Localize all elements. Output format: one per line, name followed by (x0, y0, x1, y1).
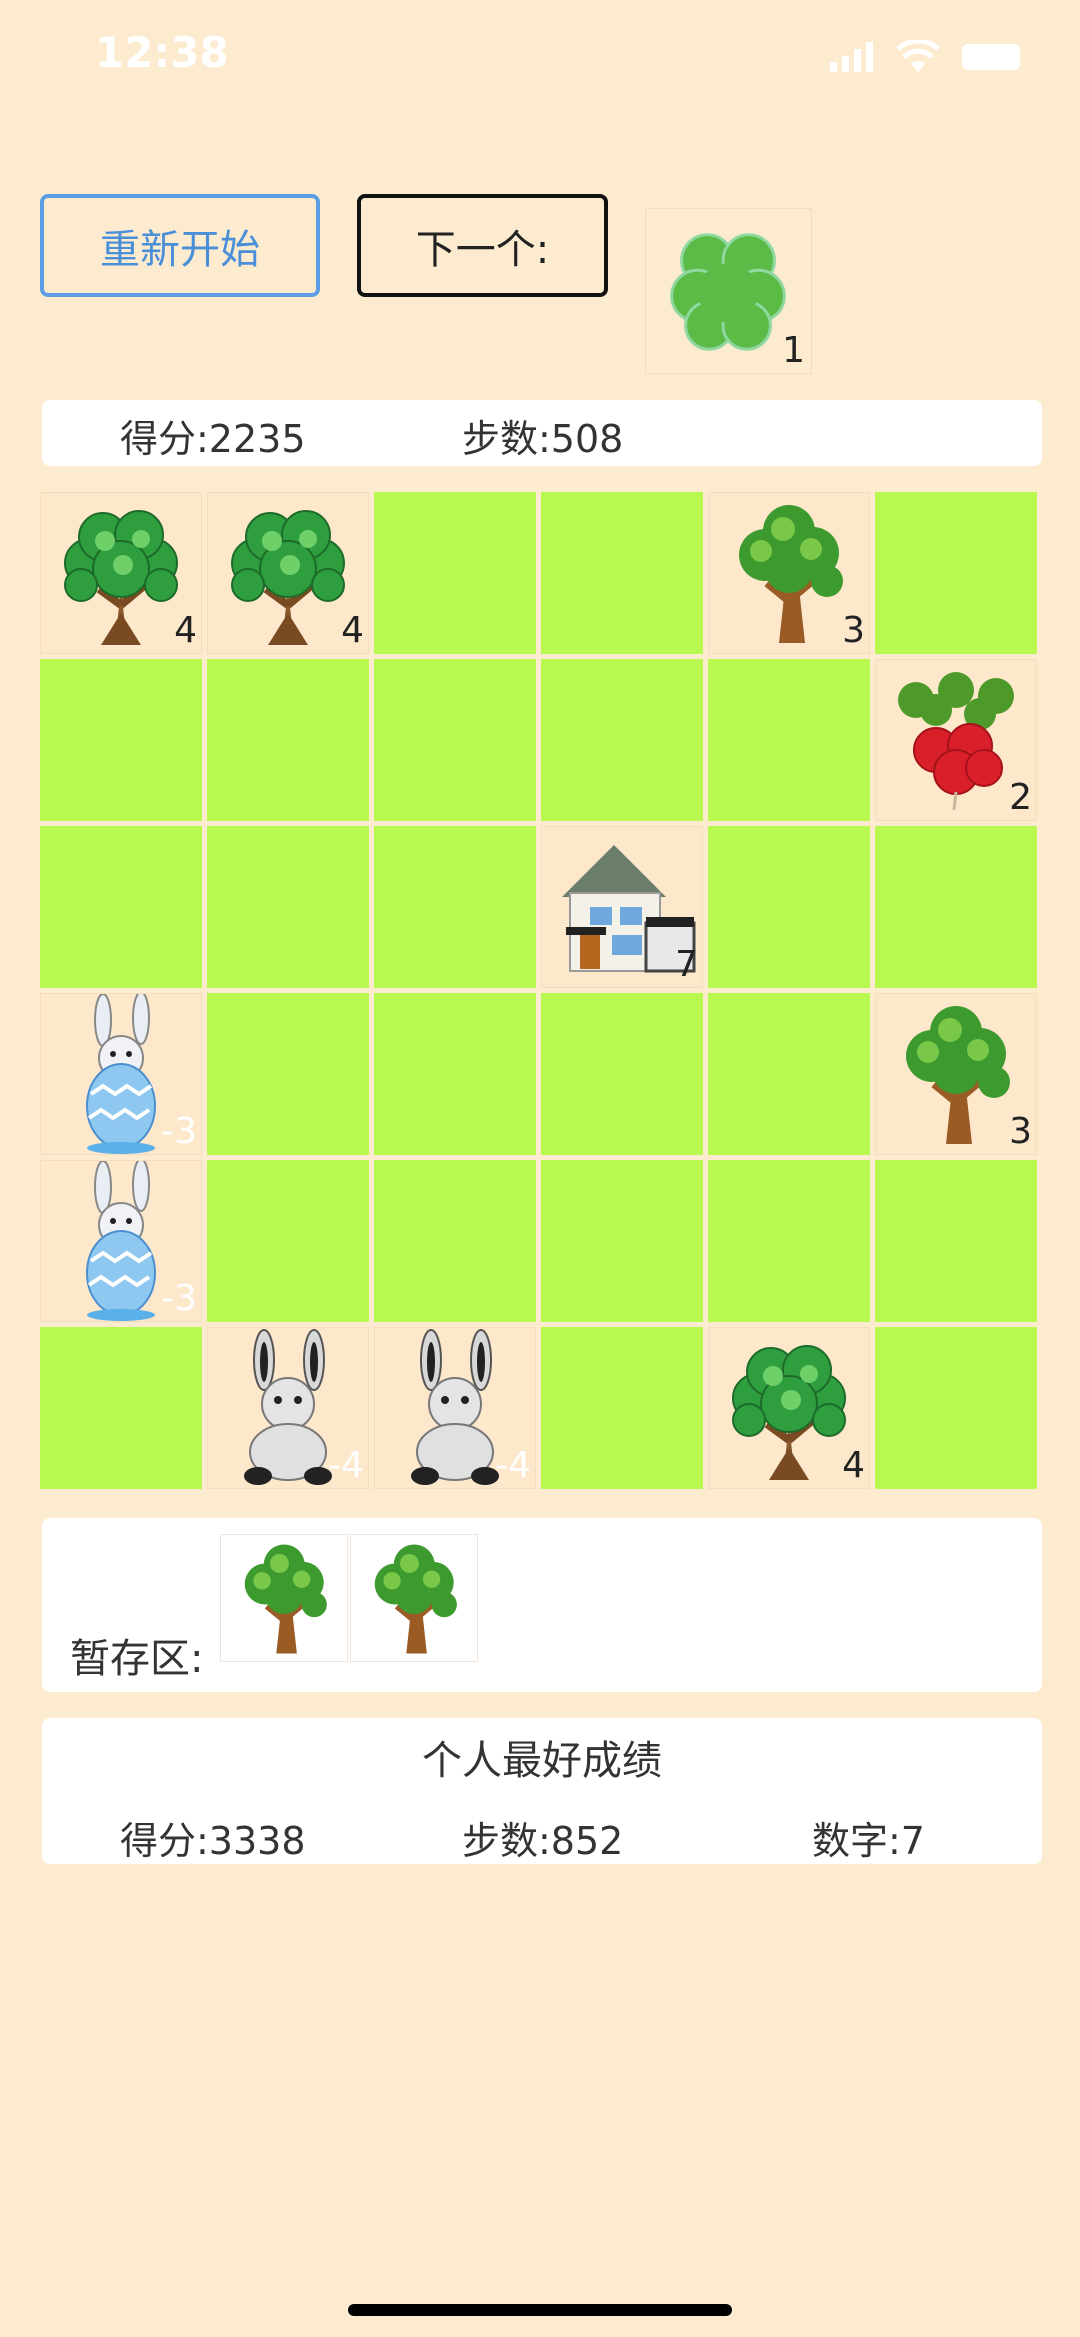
status-bar: 12:38 (0, 0, 1080, 120)
board-cell-empty[interactable] (875, 1327, 1037, 1489)
board-cell-bush-tree[interactable]: 4 (40, 492, 202, 654)
storage-slot[interactable] (220, 1534, 348, 1662)
board-cell-empty[interactable] (708, 993, 870, 1155)
cell-number: -4 (328, 1445, 364, 1486)
restart-button[interactable]: 重新开始 (40, 194, 320, 297)
cell-number: -4 (495, 1445, 531, 1486)
board-cell-house[interactable]: 7 (541, 826, 703, 988)
board-cell-empty[interactable] (207, 826, 369, 988)
cell-number: 4 (341, 610, 364, 651)
board-cell-empty[interactable] (374, 659, 536, 821)
next-item-button[interactable]: 下一个: (357, 194, 608, 297)
cellular-signal-icon (830, 42, 873, 72)
tree-icon (374, 1544, 457, 1654)
board-cell-empty[interactable] (875, 1160, 1037, 1322)
storage-panel: 暂存区: (42, 1518, 1042, 1692)
next-item-number: 1 (782, 330, 805, 371)
board-cell-sitting-bunny[interactable]: -4 (374, 1327, 536, 1489)
board-cell-empty[interactable] (40, 826, 202, 988)
tree-icon (244, 1544, 327, 1654)
board-cell-egg-bunny[interactable]: -3 (40, 1160, 202, 1322)
board-cell-tree[interactable]: 3 (875, 993, 1037, 1155)
board-cell-empty[interactable] (708, 826, 870, 988)
cell-number: 4 (174, 610, 197, 651)
best-steps: 步数:852 (462, 1819, 624, 1863)
cell-number: -3 (161, 1278, 197, 1319)
board-cell-radish[interactable]: 2 (875, 659, 1037, 821)
board-cell-empty[interactable] (40, 1327, 202, 1489)
board-cell-empty[interactable] (875, 826, 1037, 988)
best-record-panel: 个人最好成绩 得分:3338 步数:852 数字:7 (42, 1718, 1042, 1864)
wifi-icon (896, 40, 940, 72)
board-cell-empty[interactable] (541, 1327, 703, 1489)
board-cell-empty[interactable] (541, 492, 703, 654)
board-cell-empty[interactable] (374, 826, 536, 988)
best-score: 得分:3338 (120, 1819, 306, 1863)
board-cell-empty[interactable] (207, 993, 369, 1155)
game-board: 4 4 3 2 7 -3 3 -3 -4 -4 4 (40, 492, 1040, 1490)
board-cell-bush-tree[interactable]: 4 (207, 492, 369, 654)
board-cell-egg-bunny[interactable]: -3 (40, 993, 202, 1155)
cell-number: 4 (842, 1445, 865, 1486)
board-cell-empty[interactable] (374, 1160, 536, 1322)
battery-icon (962, 44, 1020, 70)
status-time: 12:38 (95, 28, 229, 77)
board-cell-empty[interactable] (374, 492, 536, 654)
cell-number: 3 (842, 610, 865, 651)
board-cell-empty[interactable] (207, 659, 369, 821)
cell-number: 2 (1009, 777, 1032, 818)
board-cell-empty[interactable] (207, 1160, 369, 1322)
current-steps: 步数:508 (462, 417, 624, 461)
board-cell-empty[interactable] (875, 492, 1037, 654)
home-indicator (348, 2304, 732, 2316)
board-cell-empty[interactable] (374, 993, 536, 1155)
next-item-preview: 1 (645, 208, 812, 374)
storage-label: 暂存区: (70, 1636, 204, 1682)
board-cell-empty[interactable] (541, 993, 703, 1155)
board-cell-sitting-bunny[interactable]: -4 (207, 1327, 369, 1489)
cell-number: 3 (1009, 1111, 1032, 1152)
current-score: 得分:2235 (120, 417, 306, 461)
cell-number: 7 (675, 944, 698, 985)
board-cell-empty[interactable] (541, 1160, 703, 1322)
board-cell-empty[interactable] (541, 659, 703, 821)
board-cell-empty[interactable] (708, 1160, 870, 1322)
score-panel: 得分:2235 步数:508 (42, 400, 1042, 466)
board-cell-tree[interactable]: 3 (708, 492, 870, 654)
cell-number: -3 (161, 1111, 197, 1152)
status-icons (830, 40, 1020, 74)
storage-slot[interactable] (350, 1534, 478, 1662)
board-cell-empty[interactable] (40, 659, 202, 821)
board-cell-bush-tree[interactable]: 4 (708, 1327, 870, 1489)
best-number: 数字:7 (812, 1819, 925, 1863)
board-cell-empty[interactable] (708, 659, 870, 821)
best-record-title: 个人最好成绩 (422, 1738, 662, 1784)
